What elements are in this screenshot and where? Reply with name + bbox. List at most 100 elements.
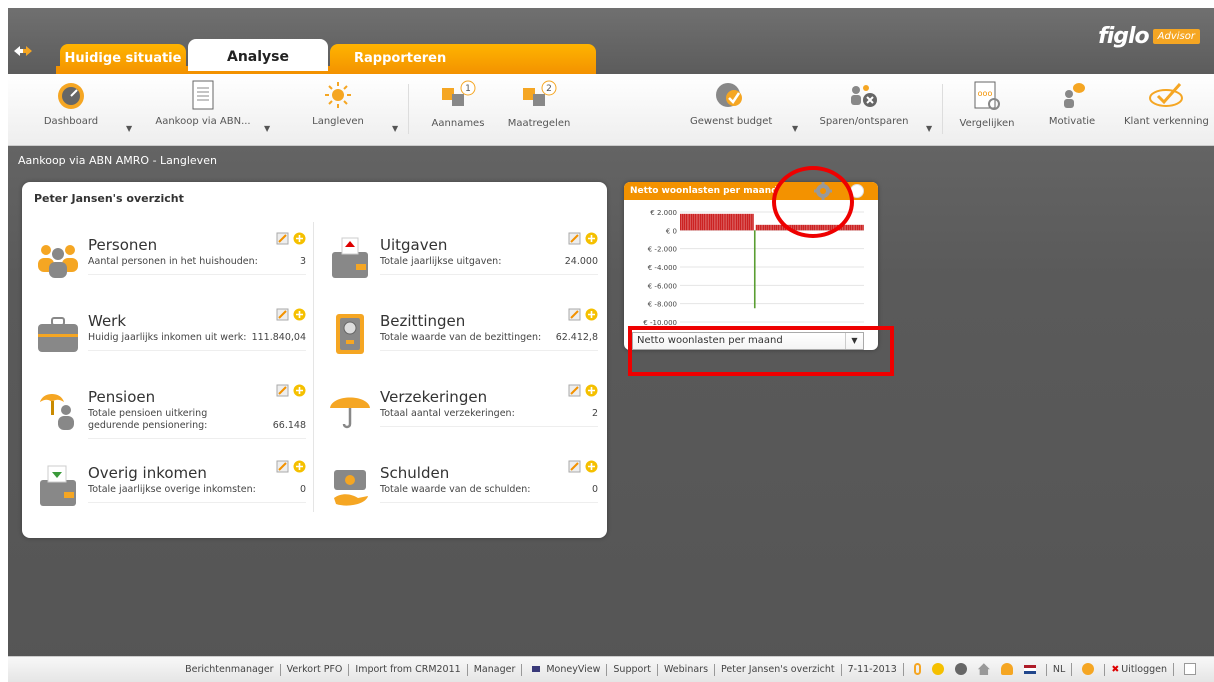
- edit-icon[interactable]: [276, 232, 289, 245]
- link-import-crm[interactable]: Import from CRM2011: [348, 663, 466, 676]
- toolbar-aannames[interactable]: 1 Aannames: [428, 80, 488, 140]
- edit-icon[interactable]: [568, 384, 581, 397]
- link-support[interactable]: Support: [606, 663, 657, 676]
- y-tick-label: € 2.000: [650, 209, 677, 217]
- bar: [746, 213, 749, 231]
- bar: [712, 213, 715, 231]
- link-berichtenmanager[interactable]: Berichtenmanager: [179, 664, 279, 676]
- puzzle-1-icon: 1: [442, 80, 476, 106]
- item-description: Totale jaarlijkse overige inkomsten:: [88, 484, 256, 495]
- toolbar-klant-verkenning[interactable]: Klant verkenning: [1124, 80, 1209, 140]
- edit-icon[interactable]: [276, 384, 289, 397]
- language-select[interactable]: NL: [1045, 663, 1071, 676]
- budget-check-icon: [716, 83, 742, 107]
- link-webinars[interactable]: Webinars: [656, 663, 714, 676]
- bar: [773, 224, 776, 231]
- add-icon[interactable]: [585, 460, 598, 473]
- dashboard-icon: [58, 83, 84, 109]
- toolbar-langleven[interactable]: Langleven: [308, 80, 368, 140]
- user-settings-icon[interactable]: [1082, 663, 1095, 676]
- bar: [853, 224, 855, 231]
- logout-group[interactable]: ✖ Uitloggen: [1104, 663, 1173, 676]
- edit-icon[interactable]: [276, 308, 289, 321]
- bar: [719, 213, 722, 231]
- y-tick-label: € -10.000: [643, 319, 677, 326]
- bar: [854, 224, 857, 231]
- item-underline: [88, 502, 306, 503]
- toolbar: Dashboard ▼ Aankoop via ABN... ▼ Langlev…: [8, 74, 1214, 146]
- add-icon[interactable]: [293, 384, 306, 397]
- item-underline: [380, 350, 598, 351]
- toolbar-motivatie[interactable]: Motivatie: [1042, 80, 1102, 140]
- add-icon[interactable]: [293, 460, 306, 473]
- info-icon[interactable]: [954, 663, 967, 676]
- bar: [744, 213, 747, 231]
- link-moneyview-group[interactable]: MoneyView: [521, 663, 606, 676]
- edit-icon[interactable]: [568, 460, 581, 473]
- checkmark-icon: [1149, 83, 1183, 107]
- add-icon[interactable]: [585, 232, 598, 245]
- users-icon[interactable]: [1000, 663, 1013, 676]
- dashboard-dropdown-icon[interactable]: ▼: [126, 124, 132, 133]
- logout-link[interactable]: Uitloggen: [1121, 664, 1167, 675]
- bar: [707, 213, 709, 231]
- bar: [696, 213, 698, 231]
- edit-icon[interactable]: [568, 308, 581, 321]
- link-verkort-pfo[interactable]: Verkort PFO: [279, 663, 349, 676]
- tab-rapporteren[interactable]: Rapporteren: [330, 44, 596, 74]
- overview-item-werk: Werk Huidig jaarlijks inkomen uit werk: …: [36, 308, 306, 382]
- langleven-dropdown-icon[interactable]: ▼: [392, 124, 398, 133]
- status-date: 7-11-2013: [840, 663, 903, 676]
- aankoop-dropdown-icon[interactable]: ▼: [264, 124, 270, 133]
- item-description: Aantal personen in het huishouden:: [88, 256, 258, 267]
- bar: [856, 224, 859, 231]
- add-icon[interactable]: [293, 308, 306, 321]
- bar: [775, 224, 778, 231]
- bar: [692, 213, 695, 231]
- bar: [717, 213, 720, 231]
- overview-panel: Peter Jansen's overzicht Personen Aantal…: [22, 182, 607, 538]
- edit-icon[interactable]: [568, 232, 581, 245]
- link-manager[interactable]: Manager: [466, 663, 522, 676]
- toolbar-vergelijken[interactable]: ooo Vergelijken: [954, 80, 1020, 140]
- item-description: Huidig jaarlijks inkomen uit werk:: [88, 332, 247, 343]
- bar: [860, 224, 862, 231]
- item-underline: [380, 502, 598, 503]
- bar: [779, 224, 781, 231]
- sparen-dropdown-icon[interactable]: ▼: [926, 124, 932, 133]
- toolbar-separator: [408, 84, 409, 134]
- toolbar-label: Motivatie: [1048, 116, 1096, 127]
- checkbox-icon[interactable]: [1184, 663, 1196, 676]
- toolbar-gewenst-budget[interactable]: Gewenst budget: [690, 80, 772, 140]
- toolbar-aankoop[interactable]: Aankoop via ABN...: [148, 80, 258, 140]
- add-icon[interactable]: [585, 308, 598, 321]
- add-icon[interactable]: [293, 232, 306, 245]
- home-icon[interactable]: [977, 663, 990, 676]
- umbrella-icon: [330, 397, 370, 429]
- item-description: Totaal aantal verzekeringen:: [380, 408, 515, 419]
- bar: [737, 213, 740, 231]
- tab-analyse[interactable]: Analyse: [188, 39, 328, 71]
- back-arrows-icon[interactable]: [14, 44, 32, 58]
- budget-dropdown-icon[interactable]: ▼: [792, 124, 798, 133]
- toolbar-maatregelen[interactable]: 2 Maatregelen: [504, 80, 574, 140]
- tab-huidige-situatie[interactable]: Huidige situatie: [60, 44, 186, 74]
- link-overzicht[interactable]: Peter Jansen's overzicht: [714, 663, 841, 676]
- link-moneyview[interactable]: MoneyView: [546, 664, 600, 675]
- item-underline: [380, 426, 598, 427]
- bar: [723, 213, 725, 231]
- toolbar-label: Sparen/ontsparen: [819, 116, 909, 127]
- bar: [862, 224, 864, 231]
- flag-nl-icon[interactable]: [1023, 664, 1036, 674]
- add-icon[interactable]: [585, 384, 598, 397]
- bar: [680, 213, 682, 231]
- motivation-icon: [1064, 83, 1085, 108]
- bar: [847, 224, 850, 231]
- bar: [845, 224, 848, 231]
- overview-divider: [313, 222, 314, 512]
- toolbar-sparen[interactable]: Sparen/ontsparen: [814, 80, 914, 140]
- paperclip-icon[interactable]: [913, 663, 921, 676]
- edit-icon[interactable]: [276, 460, 289, 473]
- toolbar-dashboard[interactable]: Dashboard: [36, 80, 106, 140]
- chat-icon[interactable]: [931, 663, 944, 676]
